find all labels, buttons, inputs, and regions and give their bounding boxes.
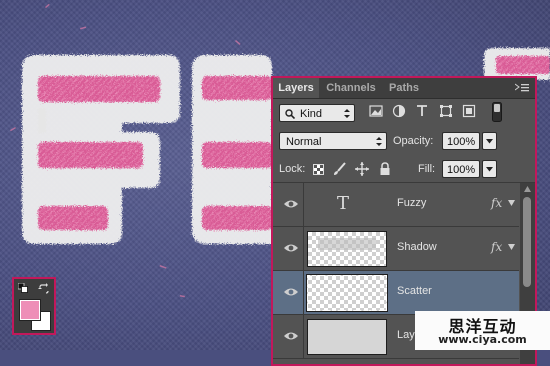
opacity-value: 100% xyxy=(447,136,476,148)
blend-mode-dropdown[interactable]: Normal xyxy=(279,132,387,150)
tab-channels[interactable]: Channels xyxy=(322,78,380,98)
shape-filter-icon[interactable] xyxy=(439,104,453,118)
foreground-color-swatch[interactable] xyxy=(20,300,40,320)
scrollbar-thumb[interactable] xyxy=(523,197,531,287)
effects-fx-icon[interactable]: fx xyxy=(491,240,502,254)
expand-effects-icon[interactable] xyxy=(508,244,515,251)
layer-thumbnail xyxy=(307,231,387,267)
visibility-eye-icon[interactable] xyxy=(283,330,299,342)
fill-input[interactable]: 100% xyxy=(442,160,480,178)
chevron-down-icon xyxy=(486,139,493,144)
smart-object-filter-icon[interactable] xyxy=(462,104,476,118)
divider xyxy=(303,271,304,315)
layer-row-fuzzy[interactable]: T Fuzzy fx xyxy=(273,183,519,227)
letter-f xyxy=(22,55,180,244)
search-icon xyxy=(285,109,295,119)
layer-name[interactable]: Shadow xyxy=(397,241,437,253)
layer-row-scatter[interactable]: Scatter xyxy=(273,271,519,315)
divider xyxy=(303,315,304,359)
tab-layers[interactable]: Layers xyxy=(273,78,319,98)
opacity-input[interactable]: 100% xyxy=(442,132,480,150)
type-filter-icon[interactable] xyxy=(415,104,429,118)
dropdown-arrows-icon xyxy=(376,137,382,146)
swap-colors-icon[interactable] xyxy=(38,283,50,295)
opacity-slider-button[interactable] xyxy=(482,132,497,150)
layer-name[interactable]: Fuzzy xyxy=(397,197,426,209)
dropdown-arrows-icon xyxy=(344,109,350,118)
lock-all-icon[interactable] xyxy=(379,162,391,176)
letter-u xyxy=(192,55,272,244)
effects-fx-icon[interactable]: fx xyxy=(491,196,502,210)
fill-value: 100% xyxy=(447,164,476,176)
type-layer-icon: T xyxy=(337,193,350,214)
divider xyxy=(303,227,304,271)
pixel-filter-icon[interactable] xyxy=(369,104,383,118)
tab-paths[interactable]: Paths xyxy=(383,78,425,98)
lock-transparent-pixels-icon[interactable] xyxy=(313,164,324,175)
panel-menu-icon[interactable] xyxy=(515,83,529,93)
filter-toggle[interactable] xyxy=(492,102,502,122)
blend-opacity-row: Normal Opacity: 100% xyxy=(273,128,535,154)
layer-name[interactable]: Scatter xyxy=(397,285,432,297)
lock-label: Lock: xyxy=(279,163,306,175)
divider xyxy=(303,183,304,227)
visibility-eye-icon[interactable] xyxy=(283,242,299,254)
chevron-down-icon xyxy=(486,167,493,172)
visibility-eye-icon[interactable] xyxy=(283,198,299,210)
visibility-eye-icon[interactable] xyxy=(283,286,299,298)
layer-row-shadow[interactable]: Shadow fx xyxy=(273,227,519,271)
expand-effects-icon[interactable] xyxy=(508,200,515,207)
layer-thumbnail xyxy=(306,274,388,312)
default-colors-icon[interactable] xyxy=(18,283,28,293)
shadow-thumb-preview xyxy=(318,238,376,250)
lock-image-pixels-icon[interactable] xyxy=(333,162,347,176)
lock-position-icon[interactable] xyxy=(355,162,369,176)
layer-filter-row: Kind xyxy=(273,100,535,126)
color-swatches-tool xyxy=(12,277,56,335)
lock-fill-row: Lock: Fill: 100% xyxy=(273,156,535,183)
site-watermark: 思洋互动 www.ciya.com xyxy=(415,311,550,350)
opacity-label: Opacity: xyxy=(393,135,434,147)
fill-label: Fill: xyxy=(418,163,436,175)
filter-kind-dropdown[interactable]: Kind xyxy=(279,104,355,122)
adjustment-filter-icon[interactable] xyxy=(392,104,406,118)
watermark-url: www.ciya.com xyxy=(438,333,527,346)
filter-kind-label: Kind xyxy=(300,108,323,120)
panel-tab-bar: Layers Channels Paths xyxy=(273,78,535,99)
fill-slider-button[interactable] xyxy=(482,160,497,178)
scroll-up-arrow-icon[interactable] xyxy=(524,186,531,192)
blend-mode-value: Normal xyxy=(286,136,322,148)
